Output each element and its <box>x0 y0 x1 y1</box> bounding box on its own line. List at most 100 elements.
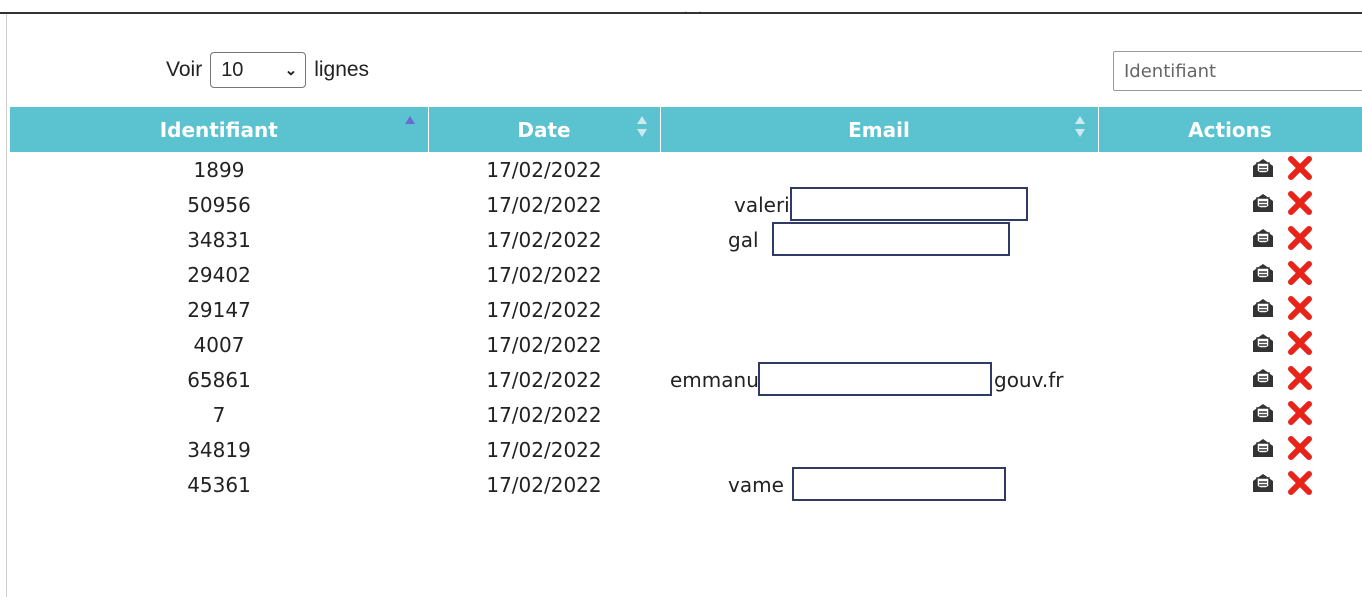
cell-actions <box>1098 362 1362 397</box>
envelope-open-icon[interactable] <box>1251 472 1275 494</box>
email-text: emmanu <box>670 368 759 392</box>
column-header-label: Actions <box>1188 117 1272 142</box>
cell-identifiant: 34819 <box>187 437 251 462</box>
envelope-open-icon[interactable] <box>1251 437 1275 459</box>
delete-icon[interactable] <box>1287 365 1313 391</box>
cell-actions <box>1098 467 1362 502</box>
delete-icon[interactable] <box>1287 295 1313 321</box>
cell-actions <box>1098 397 1362 432</box>
row-actions <box>1251 435 1313 461</box>
delete-icon[interactable] <box>1287 155 1313 181</box>
cell-date: 17/02/2022 <box>486 227 602 252</box>
table-row[interactable]: 29402 17/02/2022 <box>10 257 1362 292</box>
delete-icon[interactable] <box>1287 435 1313 461</box>
cell-email: emmanu gouv.fr <box>660 362 1098 397</box>
row-actions <box>1251 295 1313 321</box>
column-header-label: Identifiant <box>159 117 278 142</box>
envelope-open-icon[interactable] <box>1251 332 1275 354</box>
email-text: vame <box>728 473 784 497</box>
top-ellipsis: · · <box>684 8 706 19</box>
column-header-date[interactable]: Date <box>428 107 661 152</box>
cell-email <box>660 397 1098 432</box>
column-header-email[interactable]: Email <box>660 107 1099 152</box>
search-input[interactable] <box>1113 51 1362 91</box>
row-actions <box>1251 190 1313 216</box>
cell-identifiant: 4007 <box>193 332 245 357</box>
table-row[interactable]: 45361 17/02/2022 vame <box>10 467 1362 502</box>
cell-actions <box>1098 292 1362 327</box>
table-row[interactable]: 4007 17/02/2022 <box>10 327 1362 362</box>
data-table: Identifiant Date Email Actions 1899 17/02/20… <box>10 107 1362 502</box>
table-row[interactable]: 1899 17/02/2022 <box>10 152 1362 187</box>
email-suffix-text: gouv.fr <box>994 368 1064 392</box>
envelope-open-icon[interactable] <box>1251 157 1275 179</box>
top-border-line <box>0 12 1362 14</box>
delete-icon[interactable] <box>1287 225 1313 251</box>
delete-icon[interactable] <box>1287 330 1313 356</box>
cell-actions <box>1098 327 1362 362</box>
length-select[interactable]: 10 ⌄ <box>210 52 307 88</box>
cell-identifiant: 50956 <box>187 192 251 217</box>
cell-email: vame <box>660 467 1098 502</box>
delete-icon[interactable] <box>1287 470 1313 496</box>
left-border <box>6 14 7 597</box>
row-actions <box>1251 365 1313 391</box>
email-text: gal <box>728 228 759 252</box>
row-actions <box>1251 400 1313 426</box>
email-text: valeri <box>734 193 790 217</box>
cell-date: 17/02/2022 <box>486 367 602 392</box>
column-header-actions: Actions <box>1098 107 1362 152</box>
envelope-open-icon[interactable] <box>1251 262 1275 284</box>
cell-date: 17/02/2022 <box>486 192 602 217</box>
cell-date: 17/02/2022 <box>486 472 602 497</box>
cell-actions <box>1098 152 1362 187</box>
envelope-open-icon[interactable] <box>1251 402 1275 424</box>
cell-email <box>660 327 1098 362</box>
length-prefix-label: Voir <box>166 58 203 81</box>
cell-date: 17/02/2022 <box>486 437 602 462</box>
table-body: 1899 17/02/2022 50956 17/02/2022 valeri 34831… <box>10 152 1362 502</box>
cell-actions <box>1098 222 1362 257</box>
cell-date: 17/02/2022 <box>486 157 602 182</box>
cell-date: 17/02/2022 <box>486 402 602 427</box>
cell-date: 17/02/2022 <box>486 332 602 357</box>
sort-arrows-icon <box>636 116 648 142</box>
cell-email <box>660 292 1098 327</box>
cell-identifiant: 7 <box>212 402 226 427</box>
cell-identifiant: 65861 <box>187 367 251 392</box>
table-row[interactable]: 7 17/02/2022 <box>10 397 1362 432</box>
cell-actions <box>1098 187 1362 222</box>
column-header-label: Email <box>848 117 910 142</box>
delete-icon[interactable] <box>1287 400 1313 426</box>
row-actions <box>1251 330 1313 356</box>
envelope-open-icon[interactable] <box>1251 297 1275 319</box>
sort-arrows-icon <box>1074 116 1086 142</box>
envelope-open-icon[interactable] <box>1251 227 1275 249</box>
cell-date: 17/02/2022 <box>486 297 602 322</box>
sort-arrows-icon <box>404 116 416 142</box>
cell-email <box>660 432 1098 467</box>
length-suffix-label: lignes <box>314 58 370 81</box>
redaction-box <box>792 467 1006 501</box>
delete-icon[interactable] <box>1287 260 1313 286</box>
cell-actions <box>1098 432 1362 467</box>
redaction-box <box>772 222 1010 256</box>
cell-identifiant: 1899 <box>193 157 245 182</box>
column-header-label: Date <box>517 117 571 142</box>
table-header-row: Identifiant Date Email Actions <box>10 107 1362 152</box>
redaction-box <box>790 187 1028 221</box>
envelope-open-icon[interactable] <box>1251 192 1275 214</box>
cell-identifiant: 29147 <box>187 297 251 322</box>
table-row[interactable]: 34819 17/02/2022 <box>10 432 1362 467</box>
table-row[interactable]: 50956 17/02/2022 valeri <box>10 187 1362 222</box>
column-header-identifiant[interactable]: Identifiant <box>10 107 429 152</box>
cell-identifiant: 29402 <box>187 262 251 287</box>
redaction-box <box>758 362 992 396</box>
table-row[interactable]: 29147 17/02/2022 <box>10 292 1362 327</box>
delete-icon[interactable] <box>1287 190 1313 216</box>
length-select-value: 10 <box>221 58 244 81</box>
table-row[interactable]: 65861 17/02/2022 emmanu gouv.fr <box>10 362 1362 397</box>
row-actions <box>1251 470 1313 496</box>
table-row[interactable]: 34831 17/02/2022 gal <box>10 222 1362 257</box>
envelope-open-icon[interactable] <box>1251 367 1275 389</box>
